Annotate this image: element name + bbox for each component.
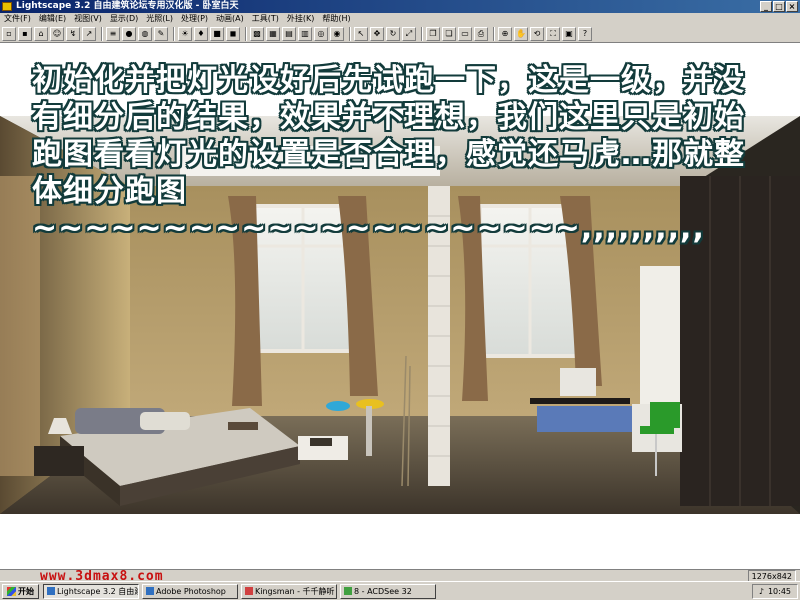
pen-icon[interactable]: ✎ <box>154 26 168 41</box>
save-icon[interactable]: ⌂ <box>34 26 48 41</box>
solid-icon[interactable]: ▩ <box>250 26 264 41</box>
toolbar-separator <box>493 26 495 41</box>
menu-tools[interactable]: 工具(T) <box>248 13 283 25</box>
toolbar-separator <box>173 26 175 41</box>
table-icon[interactable]: ▥ <box>298 26 312 41</box>
orbit-icon[interactable]: ⟲ <box>530 26 544 41</box>
menu-bar: 文件(F) 编辑(E) 视图(V) 显示(D) 光照(L) 处理(P) 动画(A… <box>0 13 800 25</box>
maximize-button[interactable]: □ <box>773 1 785 12</box>
menu-help[interactable]: 帮助(H) <box>318 13 354 25</box>
zoom-icon[interactable]: ⊕ <box>498 26 512 41</box>
toolbar-separator <box>421 26 423 41</box>
menu-light[interactable]: 光照(L) <box>142 13 177 25</box>
close-button[interactable]: × <box>786 1 798 12</box>
copy-icon[interactable]: ❐ <box>426 26 440 41</box>
task-acdsee[interactable]: 8 - ACDSee 32 <box>340 583 436 599</box>
windows-logo-icon <box>7 586 16 596</box>
task-player[interactable]: Kingsman - 千千静听 <box>241 583 337 599</box>
lamp-icon[interactable]: ♦ <box>194 26 208 41</box>
move-icon[interactable]: ✥ <box>370 26 384 41</box>
menu-plugins[interactable]: 外挂(K) <box>283 13 319 25</box>
pan-icon[interactable]: ✋ <box>514 26 528 41</box>
grid-icon[interactable]: ▤ <box>282 26 296 41</box>
menu-edit[interactable]: 编辑(E) <box>35 13 70 25</box>
rotate-icon[interactable]: ↻ <box>386 26 400 41</box>
wire-icon[interactable]: ▦ <box>266 26 280 41</box>
photoshop-icon <box>146 587 154 595</box>
menu-file[interactable]: 文件(F) <box>0 13 35 25</box>
menu-display[interactable]: 显示(D) <box>106 13 142 25</box>
menu-view[interactable]: 视图(V) <box>70 13 106 25</box>
tray-icon[interactable]: ♪ <box>759 585 764 598</box>
toolbar: ▫ ▪ ⌂ ☺ ↯ ↗ ≡ ● ◍ ✎ ☀ ♦ ■ ◼ ▩ ▦ ▤ ▥ ◎ ◉ ↖ ✥ ↻ ⤢ ❐ ❏ ▭ ⎙ ⊕ ✋ ⟲ ⛶ ▣? <box>0 25 800 43</box>
acdsee-icon <box>344 587 352 595</box>
app-icon[interactable] <box>2 2 12 11</box>
fit-icon[interactable]: ⛶ <box>546 26 560 41</box>
light-icon[interactable]: ☀ <box>178 26 192 41</box>
open-icon[interactable]: ▪ <box>18 26 32 41</box>
toolbar-separator <box>349 26 351 41</box>
layers-icon[interactable]: ≡ <box>106 26 120 41</box>
doc-icon[interactable]: ▭ <box>458 26 472 41</box>
walk-icon[interactable]: ☺ <box>50 26 64 41</box>
lightscape-icon <box>47 587 55 595</box>
minimize-button[interactable]: _ <box>760 1 772 12</box>
menu-process[interactable]: 处理(P) <box>177 13 212 25</box>
arrow-icon[interactable]: ↗ <box>82 26 96 41</box>
window-icon[interactable]: ▣ <box>562 26 576 41</box>
select-icon[interactable]: ↖ <box>354 26 368 41</box>
taskbar: 开始 Lightscape 3.2 自由建筑... Adobe Photosho… <box>0 581 800 600</box>
menu-animation[interactable]: 动画(A) <box>212 13 248 25</box>
camera-icon[interactable]: ◉ <box>330 26 344 41</box>
person-icon[interactable]: ↯ <box>66 26 80 41</box>
help-icon[interactable]: ? <box>578 26 592 41</box>
scale-icon[interactable]: ⤢ <box>402 26 416 41</box>
title-bar: Lightscape 3.2 自由建筑论坛专用汉化版 - 卧室白天 _ □ × <box>0 0 800 13</box>
new-icon[interactable]: ▫ <box>2 26 16 41</box>
viewport[interactable]: 初始化并把灯光设好后先试跑一下，这是一级，并没有细分后的结果，效果并不理想，我们… <box>0 44 800 569</box>
clock: 10:45 <box>767 587 791 596</box>
system-tray: ♪ 10:45 <box>751 584 798 599</box>
view-icon[interactable]: ◎ <box>314 26 328 41</box>
window-title: Lightscape 3.2 自由建筑论坛专用汉化版 - 卧室白天 <box>16 1 239 11</box>
sphere-icon[interactable]: ● <box>122 26 136 41</box>
start-button[interactable]: 开始 <box>2 583 39 599</box>
toolbar-separator <box>101 26 103 41</box>
globe-icon[interactable]: ◍ <box>138 26 152 41</box>
toolbar-separator <box>245 26 247 41</box>
cube-icon[interactable]: ◼ <box>226 26 240 41</box>
music-player-icon <box>245 587 253 595</box>
paste-icon[interactable]: ❏ <box>442 26 456 41</box>
task-lightscape[interactable]: Lightscape 3.2 自由建筑... <box>43 583 139 599</box>
caption-text: 初始化并把灯光设好后先试跑一下，这是一级，并没有细分后的结果，效果并不理想，我们… <box>32 63 745 246</box>
box-icon[interactable]: ■ <box>210 26 224 41</box>
print-icon[interactable]: ⎙ <box>474 26 488 41</box>
task-photoshop[interactable]: Adobe Photoshop <box>142 583 238 599</box>
